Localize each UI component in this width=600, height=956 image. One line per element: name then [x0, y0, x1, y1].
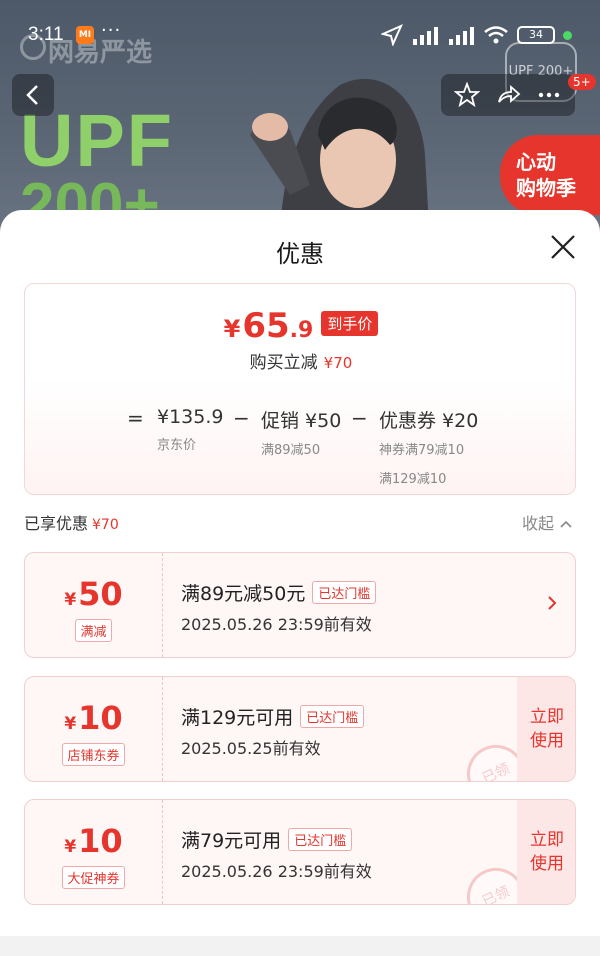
equals-sign: =: [127, 406, 144, 430]
promo-badge: 心动 购物季: [500, 135, 600, 215]
coupon-value: ¥10 店铺东券: [25, 677, 163, 781]
coupon-validity: 2025.05.26 23:59前有效: [181, 615, 372, 634]
chevron-up-icon: [560, 520, 572, 528]
sheet-title: 优惠: [276, 240, 324, 268]
coupon-validity: 2025.05.26 23:59前有效: [181, 862, 372, 881]
coupon-title: 满129元可用: [181, 707, 294, 729]
threshold-badge: 已达门槛: [288, 828, 353, 851]
coupon-amount-number: 50: [78, 575, 123, 613]
enjoyed-value: ¥70: [92, 517, 119, 533]
threshold-badge: 已达门槛: [300, 705, 365, 728]
sheet-bottom-bar: [0, 936, 600, 956]
coupon-amount: ¥10: [25, 822, 162, 860]
coupon-value: ¥10 大促神券: [25, 800, 163, 904]
coupon-card[interactable]: ¥10 店铺东券 满129元可用 已达门槛 2025.05.25前有效 已领 立…: [24, 676, 576, 782]
coupon-card[interactable]: ¥10 大促神券 满79元可用 已达门槛 2025.05.26 23:59前有效…: [24, 799, 576, 905]
wifi-icon: [484, 26, 508, 44]
collapse-toggle[interactable]: 收起: [522, 510, 573, 534]
signal-icon: [413, 27, 438, 45]
status-icons: 34: [381, 24, 572, 46]
enjoyed-label: 已享优惠: [24, 514, 89, 533]
nav-actions: [441, 74, 575, 116]
chevron-left-icon: [26, 85, 38, 105]
collapse-label: 收起: [522, 514, 555, 533]
breakdown-promotion: 促销 ¥50 满89减50: [261, 406, 341, 458]
coupon-amount-number: 10: [78, 699, 123, 737]
signal-2-icon: [449, 27, 474, 45]
use-now-button[interactable]: 立即 使用: [517, 800, 575, 904]
coupon-currency: ¥: [64, 590, 77, 610]
coupon-title-row: 满129元可用 已达门槛: [181, 703, 365, 730]
use-now-button[interactable]: 立即 使用: [517, 677, 575, 781]
instant-reduce: 购买立减 ¥70: [25, 348, 577, 373]
final-price-decimal: .9: [289, 318, 314, 343]
coupon-amount-number: 10: [78, 822, 123, 860]
coupon-validity: 2025.05.25前有效: [181, 739, 321, 758]
share-icon[interactable]: [495, 82, 521, 108]
breakdown-main: 优惠券 ¥20: [379, 410, 479, 432]
star-icon[interactable]: [454, 82, 481, 108]
price-summary-card: ¥ 65 .9 到手价 购买立减 ¥70 = ¥135.9 京东价 − 促销 ¥5…: [24, 283, 576, 495]
instant-reduce-label: 购买立减: [249, 353, 318, 373]
instant-reduce-value: ¥70: [323, 354, 353, 372]
back-button[interactable]: [12, 74, 54, 116]
breakdown-jd-price: ¥135.9 京东价: [157, 406, 223, 453]
breakdown-sub-2: 满129减10: [379, 472, 447, 487]
cart-count-badge: 5+: [568, 74, 596, 90]
chevron-right-icon[interactable]: [545, 591, 559, 615]
coupon-title-row: 满79元可用 已达门槛: [181, 826, 353, 853]
coupon-value: ¥50 满减: [25, 553, 163, 657]
coupon-amount: ¥10: [25, 699, 162, 737]
discount-sheet: 优惠 ¥ 65 .9 到手价 购买立减 ¥70 = ¥135.9 京东价 − 促销…: [0, 210, 600, 956]
location-icon: [381, 24, 403, 46]
final-price: ¥ 65 .9 到手价: [25, 306, 577, 346]
breakdown-sub: 满89减50: [261, 443, 321, 458]
coupon-currency: ¥: [64, 714, 77, 734]
promo-badge-line2: 购物季: [516, 176, 576, 200]
coupon-type: 满减: [75, 619, 112, 642]
coupon-type: 大促神券: [62, 866, 125, 889]
coupon-card[interactable]: ¥50 满减 满89元减50元 已达门槛 2025.05.26 23:59前有效: [24, 552, 576, 658]
minus-sign: −: [233, 406, 250, 430]
coupon-amount: ¥50: [25, 575, 162, 613]
final-price-tag: 到手价: [321, 311, 379, 336]
coupon-title: 满79元可用: [181, 830, 282, 852]
close-icon[interactable]: [548, 232, 578, 262]
promo-badge-line1: 心动: [516, 150, 556, 174]
breakdown-sub: 京东价: [157, 438, 197, 453]
status-bar: 3:11 MI ··· 34: [0, 0, 600, 70]
enjoyed-discount: 已享优惠 ¥70: [24, 510, 119, 534]
battery-icon: 34: [517, 26, 555, 44]
final-price-integer: 65: [242, 306, 290, 346]
coupon-title: 满89元减50元: [181, 583, 306, 605]
breakdown-main: 促销 ¥50: [261, 410, 342, 432]
breakdown-sub: 神券满79减10: [379, 443, 465, 458]
coupon-type: 店铺东券: [62, 743, 125, 766]
mi-app-icon: MI: [76, 26, 94, 44]
coupon-currency: ¥: [64, 837, 77, 857]
currency-symbol: ¥: [223, 315, 241, 343]
more-icon[interactable]: [536, 82, 562, 108]
breakdown-coupon: 优惠券 ¥20 神券满79减10 满129减10: [379, 406, 478, 487]
coupon-title-row: 满89元减50元 已达门槛: [181, 579, 377, 606]
threshold-badge: 已达门槛: [312, 581, 377, 604]
breakdown-main: ¥135.9: [157, 406, 224, 428]
privacy-indicator-icon: [563, 30, 572, 40]
minus-sign: −: [351, 406, 368, 430]
clock: 3:11: [28, 24, 64, 45]
more-notifications-icon: ···: [101, 20, 122, 41]
